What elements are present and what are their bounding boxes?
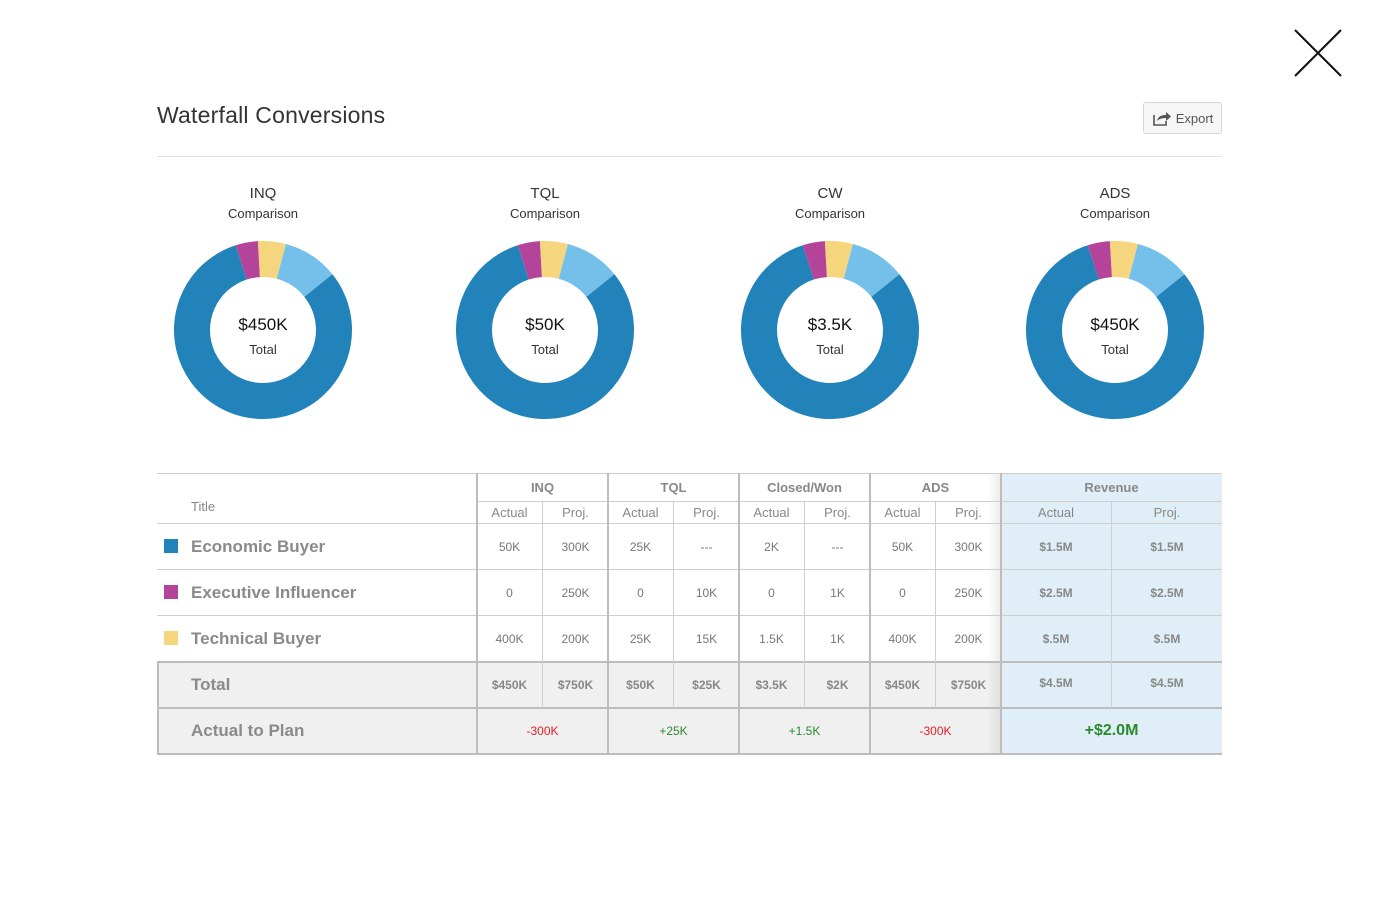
variance-cell-revenue: +$2.0M: [1084, 722, 1139, 739]
revenue-total-cell: $4.5M: [1039, 676, 1073, 690]
share-arrow-icon: [1152, 110, 1172, 126]
donut-total-value: $450K: [238, 315, 288, 334]
close-button[interactable]: [1292, 27, 1344, 79]
donut-total-value: $450K: [1090, 315, 1140, 334]
donut-subtitle: Comparison: [794, 206, 866, 221]
table-cell: 50K: [891, 539, 914, 554]
table-cell: 25K: [629, 631, 652, 646]
total-cell: $750K: [557, 678, 594, 692]
table-cell: 250K: [954, 585, 983, 600]
row-title-actual-to-plan: Actual to Plan: [191, 721, 305, 740]
donut-subtitle: Comparison: [227, 206, 299, 221]
table-border: [157, 753, 1222, 755]
donut-panel-cw: CW Comparison $3.5K Total: [730, 185, 930, 435]
total-cell: $2K: [826, 678, 849, 692]
revenue-cell: $2.5M: [1039, 585, 1073, 600]
group-header-revenue: Revenue: [1084, 479, 1139, 495]
donut-total-label: Total: [249, 342, 277, 357]
table-cell: 200K: [561, 631, 590, 646]
donut-total-value: $50K: [525, 315, 565, 334]
sub-header-proj: Proj.: [562, 505, 589, 520]
table-cell: 0: [637, 585, 644, 600]
page-title: Waterfall Conversions: [157, 102, 386, 128]
table-cell: ---: [700, 539, 713, 554]
row-title-technical-buyer: Technical Buyer: [191, 628, 322, 648]
donut-total-label: Total: [531, 342, 559, 357]
table-cell: 0: [506, 585, 513, 600]
row-title-executive-influencer: Executive Influencer: [191, 582, 357, 602]
modal-header: Waterfall Conversions Export: [157, 100, 1222, 157]
row-title-economic-buyer: Economic Buyer: [191, 536, 326, 556]
total-cell: $450K: [884, 678, 921, 692]
donut-panel-tql: TQL Comparison $50K Total: [445, 185, 645, 435]
table-cell: 1K: [830, 631, 845, 646]
donut-total-value: $3.5K: [807, 315, 853, 334]
table-cell: 1.5K: [759, 631, 784, 646]
table-cell: 200K: [954, 631, 983, 646]
table-cell: 0: [768, 585, 775, 600]
donut-title: INQ: [249, 185, 277, 202]
sub-header-actual: Actual: [491, 505, 528, 520]
group-header-inq: INQ: [530, 479, 555, 495]
donut-total-label: Total: [816, 342, 844, 357]
sub-header-actual: Actual: [1037, 505, 1075, 520]
conversion-table: Title INQ TQL Closed/Won ADS Revenue Act…: [157, 473, 1222, 755]
donut-total-label: Total: [1101, 342, 1129, 357]
donut-panel-inq: INQ Comparison $450K Total: [163, 185, 363, 435]
variance-cell-ads: -300K: [919, 724, 952, 738]
table-cell: 400K: [888, 631, 917, 646]
donut-panel-ads: ADS Comparison $450K Total: [1015, 185, 1215, 435]
group-header-tql: TQL: [660, 479, 687, 495]
revenue-cell: $.5M: [1042, 631, 1070, 646]
table-cell: 15K: [695, 631, 718, 646]
donut-subtitle: Comparison: [1079, 206, 1151, 221]
title-column-header: Title: [191, 498, 216, 514]
sub-header-actual: Actual: [753, 505, 790, 520]
variance-cell-inq: -300K: [526, 724, 559, 738]
table-cell: 300K: [561, 539, 590, 554]
total-cell: $450K: [491, 678, 528, 692]
table-cell: 250K: [561, 585, 590, 600]
revenue-cell: $2.5M: [1150, 585, 1184, 600]
revenue-cell: $1.5M: [1039, 539, 1073, 554]
variance-cell-closed-won: +1.5K: [788, 724, 821, 738]
donut-title: CW: [817, 185, 843, 202]
revenue-cell: $1.5M: [1150, 539, 1184, 554]
sub-header-actual: Actual: [622, 505, 659, 520]
table-cell: 50K: [498, 539, 521, 554]
donut-title: TQL: [530, 185, 560, 202]
group-header-closed-won: Closed/Won: [767, 479, 842, 495]
total-cell: $750K: [950, 678, 987, 692]
table-cell: 300K: [954, 539, 983, 554]
sub-header-actual: Actual: [884, 505, 921, 520]
table-cell: 400K: [495, 631, 524, 646]
sub-header-proj: Proj.: [1153, 505, 1181, 520]
revenue-total-cell: $4.5M: [1150, 676, 1184, 690]
sub-header-proj: Proj.: [955, 505, 982, 520]
close-icon: [1294, 29, 1342, 77]
table-cell: 2K: [764, 539, 779, 554]
donut-subtitle: Comparison: [509, 206, 581, 221]
table-cell: 1K: [830, 585, 845, 600]
group-header-ads: ADS: [921, 479, 950, 495]
total-cell: $3.5K: [755, 678, 788, 692]
total-cell: $25K: [692, 678, 721, 692]
donut-title: ADS: [1099, 185, 1131, 202]
variance-cell-tql: +25K: [659, 724, 688, 738]
table-cell: 0: [899, 585, 906, 600]
total-cell: $50K: [626, 678, 655, 692]
table-cell: ---: [831, 539, 844, 554]
export-button[interactable]: Export: [1143, 102, 1222, 134]
table-cell: 10K: [695, 585, 718, 600]
sub-header-proj: Proj.: [693, 505, 720, 520]
export-label: Export: [1175, 110, 1214, 126]
revenue-cell: $.5M: [1153, 631, 1181, 646]
row-title-total: Total: [191, 675, 231, 694]
table-cell: 25K: [629, 539, 652, 554]
sub-header-proj: Proj.: [824, 505, 851, 520]
